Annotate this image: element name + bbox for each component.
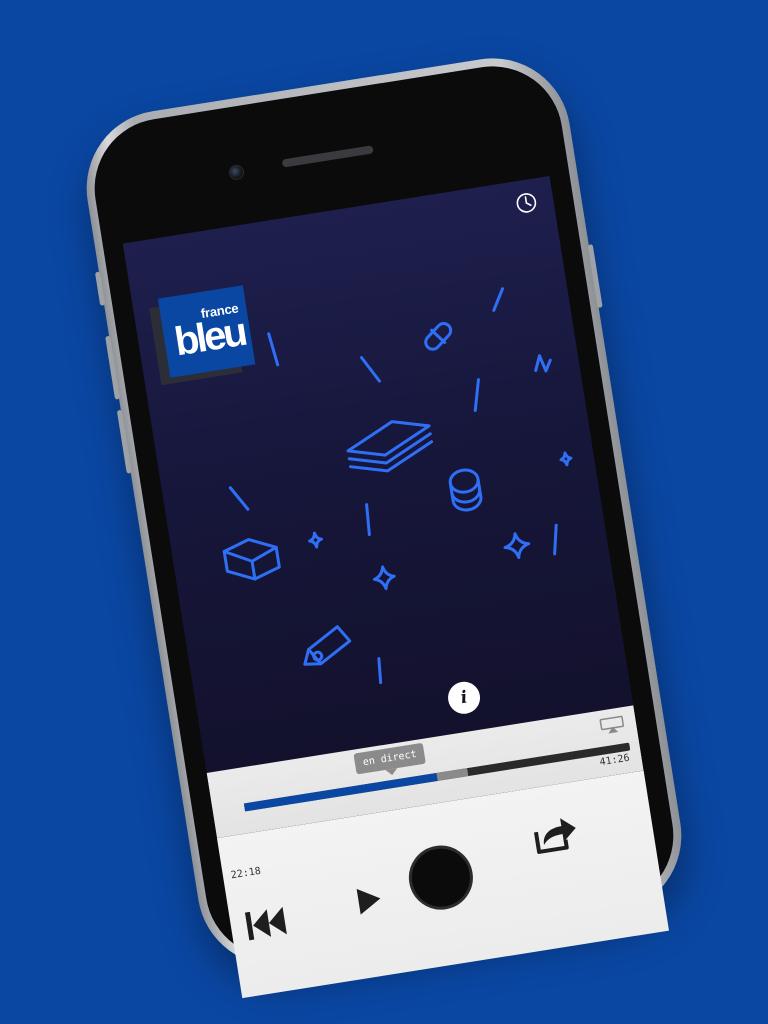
clock-icon[interactable]	[514, 190, 539, 215]
logo-square: france bleu	[157, 285, 256, 378]
time-end: 41:26	[598, 752, 631, 769]
phone-mockup: france bleu i en direct 41:26 22:18	[75, 47, 693, 999]
skip-back-icon[interactable]	[242, 902, 291, 944]
share-icon[interactable]	[528, 812, 582, 859]
live-badge: en direct	[353, 742, 427, 775]
progress-fill	[243, 773, 438, 812]
logo-big-text: bleu	[171, 309, 248, 365]
play-icon[interactable]	[354, 883, 384, 917]
airplay-icon[interactable]	[599, 715, 625, 735]
time-start: 22:18	[230, 865, 262, 882]
france-bleu-logo: france bleu	[149, 285, 256, 386]
